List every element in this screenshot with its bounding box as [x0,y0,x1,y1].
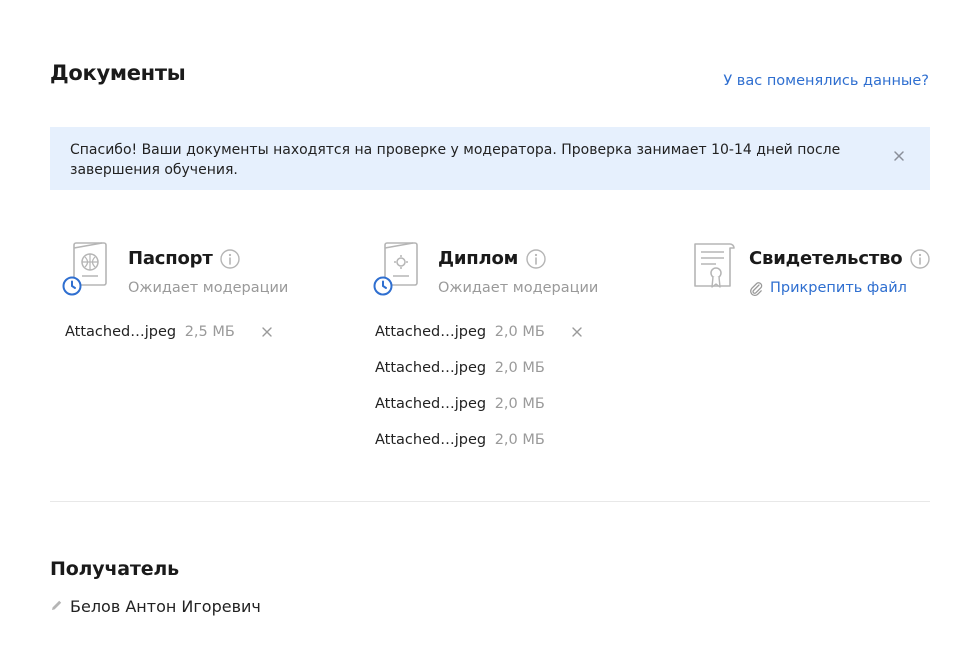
remove-file-icon[interactable] [571,326,583,338]
file-item: Attached…jpeg 2,0 МБ [375,360,545,396]
file-name[interactable]: Attached…jpeg [375,432,486,448]
file-name[interactable]: Attached…jpeg [375,396,486,412]
certificate-document-icon [694,243,735,288]
pencil-icon[interactable] [50,599,63,612]
passport-title: Паспорт [128,248,213,269]
attach-file-link[interactable]: Прикрепить файл [770,280,907,296]
info-icon[interactable] [910,249,930,269]
file-name[interactable]: Attached…jpeg [375,324,486,340]
file-item: Attached…jpeg 2,0 МБ [375,324,582,360]
file-size: 2,0 МБ [494,360,545,376]
clock-icon [62,276,82,296]
file-size: 2,5 МБ [184,324,235,340]
recipient-name: Белов Антон Игоревич [70,597,261,616]
file-size: 2,0 МБ [494,432,545,448]
passport-status: Ожидает модерации [128,280,289,296]
data-changed-link[interactable]: У вас поменялись данные? [723,73,929,89]
recipient-title: Получатель [50,558,179,580]
passport-card: Паспорт Ожидает модерации Attached…jpeg … [62,240,322,470]
moderation-notice: Спасибо! Ваши документы находятся на про… [50,127,930,190]
diploma-status: Ожидает модерации [438,280,599,296]
file-name[interactable]: Attached…jpeg [65,324,176,340]
info-icon[interactable] [526,249,546,269]
certificate-card: Свидетельство Прикрепить файл [690,240,935,310]
notice-text: Спасибо! Ваши документы находятся на про… [70,142,841,178]
section-divider [50,501,930,502]
file-name[interactable]: Attached…jpeg [375,360,486,376]
diploma-title: Диплом [438,248,519,269]
file-item: Attached…jpeg 2,5 МБ [65,324,272,360]
file-item: Attached…jpeg 2,0 МБ [375,396,545,432]
certificate-title: Свидетельство [749,248,903,269]
remove-file-icon[interactable] [261,326,273,338]
diploma-card: Диплом Ожидает модерации Attached…jpeg 2… [373,240,633,470]
page-title: Документы [50,61,186,85]
file-size: 2,0 МБ [494,396,545,412]
clock-icon [373,276,393,296]
file-size: 2,0 МБ [494,324,545,340]
passport-file-list: Attached…jpeg 2,5 МБ [65,324,272,360]
diploma-file-list: Attached…jpeg 2,0 МБ Attached…jpeg 2,0 М… [375,324,582,468]
file-item: Attached…jpeg 2,0 МБ [375,432,545,468]
info-icon[interactable] [220,249,240,269]
close-icon[interactable] [892,149,906,163]
paperclip-icon[interactable] [749,281,763,297]
